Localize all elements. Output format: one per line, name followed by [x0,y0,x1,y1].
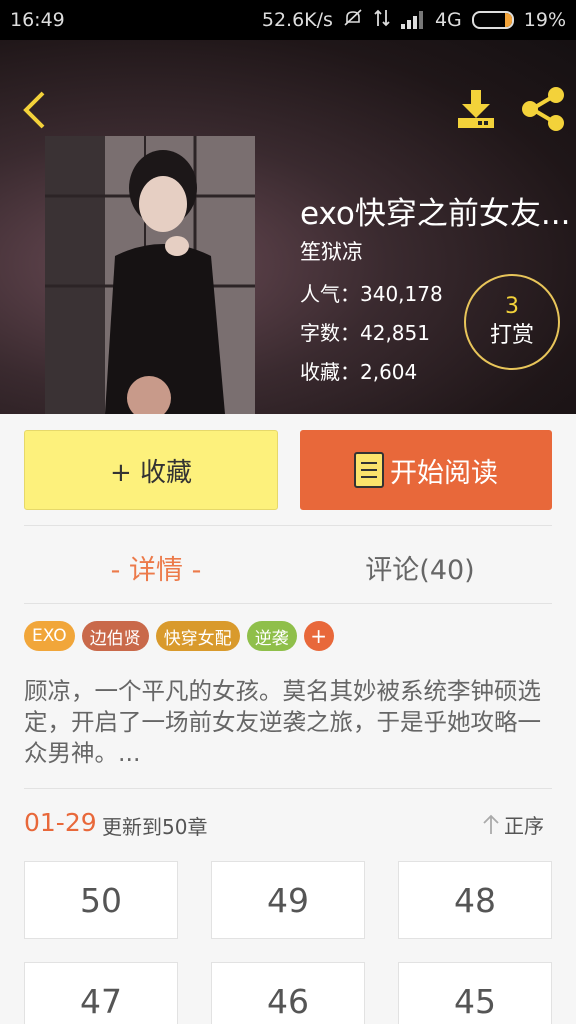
net-speed: 52.6K/s [261,9,333,31]
arrow-up-icon [483,814,499,834]
book-icon [354,452,384,488]
tag-item[interactable]: 快穿女配 [155,621,240,651]
download-button[interactable] [452,88,500,132]
divider [24,525,552,526]
download-icon [458,90,494,128]
battery-text: 19% [523,9,566,31]
tag-item[interactable]: 逆袭 [246,621,297,651]
popularity-stat: 人气：340,178 [300,282,443,306]
book-synopsis[interactable]: 顾凉，一个平凡的女孩。莫名其妙被系统李钟硕选定，开启了一场前女友逆袭之旅，于是乎… [24,676,554,769]
chapter-button[interactable]: 49 [211,861,365,939]
start-reading-button[interactable]: 开始阅读 [300,430,552,510]
tab-comments-label: 评论(40) [365,554,475,586]
update-date: 01-29 [24,808,97,837]
tab-comments[interactable]: 评论(40) [288,540,552,594]
share-icon [522,87,564,131]
collect-button[interactable]: + 收藏 [24,430,278,510]
network-type: 4G [434,9,462,31]
chevron-left-icon [23,91,45,129]
share-button[interactable] [518,86,568,132]
chapter-button[interactable]: 46 [211,962,365,1024]
chapter-button[interactable]: 50 [24,861,178,939]
favorites-stat: 收藏：2,604 [300,360,418,384]
tag-list: EXO 边伯贤 快穿女配 逆袭 + [24,621,334,651]
divider [24,788,552,789]
book-cover-image[interactable] [45,136,255,414]
tab-detail-label: - 详情 - [110,554,202,586]
signal-icon [400,11,425,29]
book-header: exo快穿之前女友... 笙狱凉 人气：340,178 字数：42,851 收藏… [0,40,576,414]
word-count-stat: 字数：42,851 [300,321,430,345]
data-transfer-icon [373,8,391,33]
chapter-button[interactable]: 47 [24,962,178,1024]
reward-button[interactable]: 3 打赏 [464,274,560,370]
divider [24,603,552,604]
chapter-button[interactable]: 45 [398,962,552,1024]
sort-order-label: 正序 [504,813,544,838]
status-time: 16:49 [10,9,65,31]
reward-label: 打赏 [489,323,534,348]
update-status: 更新到50章 [102,815,208,839]
collect-label: + 收藏 [109,457,193,488]
book-title: exo快穿之前女友... [300,196,571,232]
battery-icon [471,11,514,29]
status-indicators: 52.6K/s 4G 19% [262,8,566,33]
status-bar: 16:49 52.6K/s 4G 19% [0,0,576,40]
tab-detail[interactable]: - 详情 - [24,540,288,594]
tag-item[interactable]: EXO [24,621,75,651]
start-reading-label: 开始阅读 [390,457,498,489]
reward-count: 3 [505,294,519,319]
chapter-button[interactable]: 48 [398,861,552,939]
add-tag-button[interactable]: + [303,621,334,651]
tag-item[interactable]: 边伯贤 [81,621,149,651]
sort-order-button[interactable]: 正序 [482,808,544,840]
back-button[interactable] [14,86,54,134]
mute-icon [343,8,363,33]
book-author[interactable]: 笙狱凉 [300,236,363,266]
